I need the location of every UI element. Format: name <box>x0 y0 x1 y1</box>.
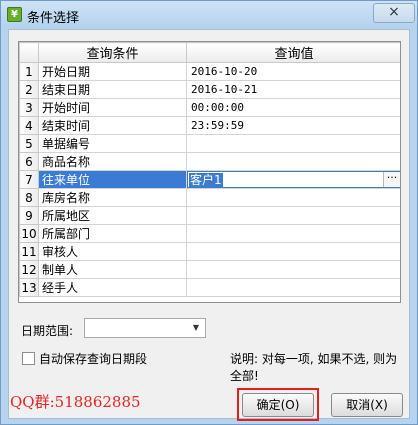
dialog-window: ¥ 条件选择 × 查询条件 查询值 1 开始日期 2016-10-20 2 结束日期 20… <box>0 0 418 425</box>
cancel-button[interactable]: 取消(X) <box>331 393 403 417</box>
table-row[interactable]: 1 开始日期 2016-10-20 <box>19 62 400 81</box>
condition-cell[interactable]: 商品名称 <box>38 152 187 171</box>
value-cell[interactable] <box>186 206 400 225</box>
condition-cell[interactable]: 审核人 <box>38 242 187 261</box>
window-title: 条件选择 <box>27 11 80 26</box>
value-cell[interactable]: 00:00:00 <box>186 98 400 117</box>
table-row[interactable]: 5 单据编号 <box>19 134 400 153</box>
title-bar[interactable]: ¥ 条件选择 × <box>1 1 417 28</box>
table-row[interactable]: 9 所属地区 <box>19 206 400 225</box>
condition-cell[interactable]: 结束日期 <box>38 80 187 99</box>
value-cell-editing[interactable]: 客户1 ··· <box>186 170 400 189</box>
table-row[interactable]: 8 库房名称 <box>19 188 400 207</box>
row-number: 9 <box>19 206 39 225</box>
table-row[interactable]: 10 所属部门 <box>19 224 400 243</box>
row-number: 3 <box>19 98 39 117</box>
date-range-label: 日期范围: <box>21 324 74 338</box>
chevron-down-icon[interactable]: ▼ <box>188 320 204 336</box>
dialog-body: 查询条件 查询值 1 开始日期 2016-10-20 2 结束日期 2016-10-21 3… <box>8 29 410 419</box>
table-header-row: 查询条件 查询值 <box>19 42 400 63</box>
value-cell[interactable]: 2016-10-21 <box>186 80 400 99</box>
row-number: 12 <box>19 260 39 279</box>
condition-cell[interactable]: 制单人 <box>38 260 187 279</box>
qq-group-text: QQ群:518862885 <box>10 393 141 411</box>
help-note: 说明: 对每一项, 如果不选, 则为全部! <box>230 352 398 383</box>
close-button[interactable]: × <box>373 3 415 23</box>
row-number: 2 <box>19 80 39 99</box>
value-cell[interactable] <box>186 134 400 153</box>
value-cell[interactable] <box>186 188 400 207</box>
value-editor-text: 客户1 <box>189 173 223 187</box>
condition-cell[interactable]: 结束时间 <box>38 116 187 135</box>
condition-cell[interactable]: 所属地区 <box>38 206 187 225</box>
ellipsis-lookup-button[interactable]: ··· <box>383 172 400 187</box>
value-cell[interactable] <box>186 152 400 171</box>
value-editor[interactable]: 客户1 ··· <box>187 171 400 188</box>
value-cell[interactable]: 23:59:59 <box>186 116 400 135</box>
condition-table: 查询条件 查询值 1 开始日期 2016-10-20 2 结束日期 2016-10-21 3… <box>19 42 400 297</box>
value-cell[interactable] <box>186 224 400 243</box>
row-number: 7 <box>19 170 39 189</box>
condition-cell[interactable]: 开始时间 <box>38 98 187 117</box>
date-range-select[interactable]: ▼ <box>84 318 206 338</box>
condition-rows: 1 开始日期 2016-10-20 2 结束日期 2016-10-21 3 开始时间 00:00… <box>19 62 400 297</box>
autosave-label[interactable]: 自动保存查询日期段 <box>39 350 147 367</box>
condition-cell[interactable]: 单据编号 <box>38 134 187 153</box>
condition-cell[interactable]: 经手人 <box>38 278 187 297</box>
condition-cell[interactable]: 所属部门 <box>38 224 187 243</box>
table-row[interactable]: 7 往来单位 客户1 ··· <box>19 170 400 189</box>
row-number-header <box>19 42 39 63</box>
table-row[interactable]: 6 商品名称 <box>19 152 400 171</box>
condition-cell[interactable]: 库房名称 <box>38 188 187 207</box>
value-cell[interactable] <box>186 278 400 297</box>
value-cell[interactable] <box>186 260 400 279</box>
condition-column-header[interactable]: 查询条件 <box>38 42 187 63</box>
row-number: 13 <box>19 278 39 297</box>
table-row[interactable]: 2 结束日期 2016-10-21 <box>19 80 400 99</box>
row-number: 5 <box>19 134 39 153</box>
value-cell[interactable]: 2016-10-20 <box>186 62 400 81</box>
row-number: 10 <box>19 224 39 243</box>
table-row[interactable]: 12 制单人 <box>19 260 400 279</box>
row-number: 4 <box>19 116 39 135</box>
row-number: 1 <box>19 62 39 81</box>
table-row[interactable]: 4 结束时间 23:59:59 <box>19 116 400 135</box>
app-money-icon: ¥ <box>7 7 22 22</box>
value-column-header[interactable]: 查询值 <box>186 42 400 63</box>
condition-cell[interactable]: 开始日期 <box>38 62 187 81</box>
row-number: 6 <box>19 152 39 171</box>
table-row[interactable]: 13 经手人 <box>19 278 400 297</box>
table-row[interactable]: 3 开始时间 00:00:00 <box>19 98 400 117</box>
value-cell[interactable] <box>186 242 400 261</box>
autosave-checkbox[interactable] <box>22 352 35 365</box>
ok-button[interactable]: 确定(O) <box>242 393 314 417</box>
table-row[interactable]: 11 审核人 <box>19 242 400 261</box>
row-number: 11 <box>19 242 39 261</box>
condition-grid: 查询条件 查询值 1 开始日期 2016-10-20 2 结束日期 2016-10-21 3… <box>18 41 401 303</box>
row-number: 8 <box>19 188 39 207</box>
condition-cell[interactable]: 往来单位 <box>38 170 187 189</box>
